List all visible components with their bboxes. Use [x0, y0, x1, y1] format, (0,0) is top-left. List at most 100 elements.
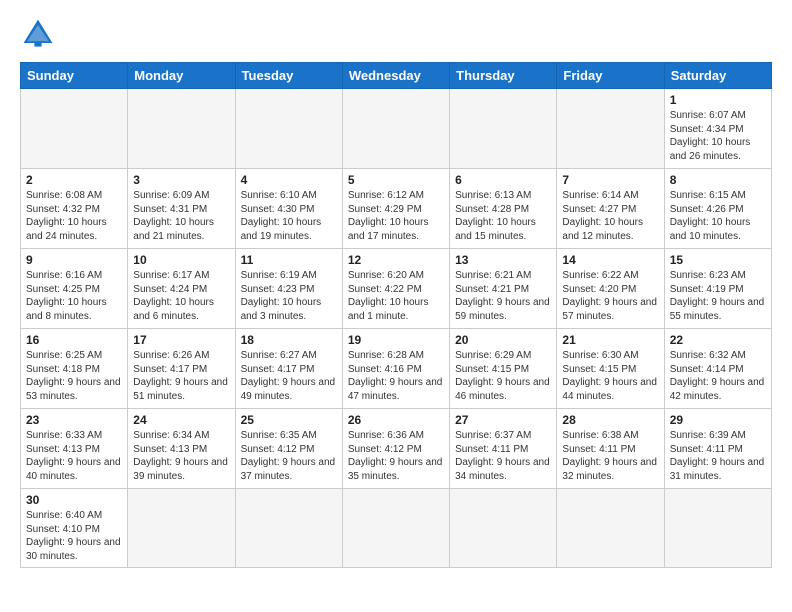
calendar-cell: 3 Sunrise: 6:09 AM Sunset: 4:31 PM Daylig… [128, 169, 235, 249]
day-number: 1 [670, 93, 766, 107]
day-number: 24 [133, 413, 229, 427]
calendar-cell: 23Sunrise: 6:33 AM Sunset: 4:13 PM Dayli… [21, 409, 128, 489]
calendar-cell [235, 89, 342, 169]
day-number: 11 [241, 253, 337, 267]
day-number: 17 [133, 333, 229, 347]
day-number: 26 [348, 413, 444, 427]
day-info: Sunrise: 6:29 AM Sunset: 4:15 PM Dayligh… [455, 349, 551, 403]
day-info: Sunrise: 6:13 AM Sunset: 4:28 PM Dayligh… [455, 189, 551, 243]
day-info: Sunrise: 6:33 AM Sunset: 4:13 PM Dayligh… [26, 429, 122, 483]
day-info: Sunrise: 6:19 AM Sunset: 4:23 PM Dayligh… [241, 269, 337, 323]
day-number: 13 [455, 253, 551, 267]
day-info: Sunrise: 6:38 AM Sunset: 4:11 PM Dayligh… [562, 429, 658, 483]
calendar-cell: 1 Sunrise: 6:07 AM Sunset: 4:34 PM Daylig… [664, 89, 771, 169]
calendar-cell: 12Sunrise: 6:20 AM Sunset: 4:22 PM Dayli… [342, 249, 449, 329]
calendar-cell: 26 Sunrise: 6:36 AM Sunset: 4:12 PM Dayli… [342, 409, 449, 489]
day-number: 7 [562, 173, 658, 187]
day-number: 2 [26, 173, 122, 187]
calendar-cell: 7 Sunrise: 6:14 AM Sunset: 4:27 PM Daylig… [557, 169, 664, 249]
day-info: Sunrise: 6:09 AM Sunset: 4:31 PM Dayligh… [133, 189, 229, 243]
calendar-cell [342, 489, 449, 568]
weekday-header-friday: Friday [557, 63, 664, 89]
calendar-cell: 9 Sunrise: 6:16 AM Sunset: 4:25 PM Daylig… [21, 249, 128, 329]
day-number: 29 [670, 413, 766, 427]
day-info: Sunrise: 6:17 AM Sunset: 4:24 PM Dayligh… [133, 269, 229, 323]
day-number: 27 [455, 413, 551, 427]
calendar-week-2: 2Sunrise: 6:08 AM Sunset: 4:32 PM Daylig… [21, 169, 772, 249]
day-number: 18 [241, 333, 337, 347]
day-info: Sunrise: 6:07 AM Sunset: 4:34 PM Dayligh… [670, 109, 766, 163]
day-number: 21 [562, 333, 658, 347]
day-number: 3 [133, 173, 229, 187]
calendar-cell [557, 89, 664, 169]
day-info: Sunrise: 6:28 AM Sunset: 4:16 PM Dayligh… [348, 349, 444, 403]
calendar-cell [342, 89, 449, 169]
day-info: Sunrise: 6:34 AM Sunset: 4:13 PM Dayligh… [133, 429, 229, 483]
calendar-week-6: 30 Sunrise: 6:40 AM Sunset: 4:10 PM Dayli… [21, 489, 772, 568]
day-number: 6 [455, 173, 551, 187]
calendar-cell [557, 489, 664, 568]
day-number: 25 [241, 413, 337, 427]
day-info: Sunrise: 6:21 AM Sunset: 4:21 PM Dayligh… [455, 269, 551, 323]
logo [20, 16, 60, 52]
calendar-cell: 11 Sunrise: 6:19 AM Sunset: 4:23 PM Dayli… [235, 249, 342, 329]
calendar-cell [128, 489, 235, 568]
day-info: Sunrise: 6:35 AM Sunset: 4:12 PM Dayligh… [241, 429, 337, 483]
day-info: Sunrise: 6:27 AM Sunset: 4:17 PM Dayligh… [241, 349, 337, 403]
weekday-header-monday: Monday [128, 63, 235, 89]
day-number: 9 [26, 253, 122, 267]
day-info: Sunrise: 6:32 AM Sunset: 4:14 PM Dayligh… [670, 349, 766, 403]
day-number: 30 [26, 493, 122, 507]
calendar-cell [450, 489, 557, 568]
day-info: Sunrise: 6:20 AM Sunset: 4:22 PM Dayligh… [348, 269, 444, 323]
weekday-header-sunday: Sunday [21, 63, 128, 89]
calendar-cell: 10 Sunrise: 6:17 AM Sunset: 4:24 PM Dayli… [128, 249, 235, 329]
calendar-cell: 25 Sunrise: 6:35 AM Sunset: 4:12 PM Dayli… [235, 409, 342, 489]
calendar-cell: 17Sunrise: 6:26 AM Sunset: 4:17 PM Dayli… [128, 329, 235, 409]
calendar-cell: 21 Sunrise: 6:30 AM Sunset: 4:15 PM Dayli… [557, 329, 664, 409]
calendar-cell: 29 Sunrise: 6:39 AM Sunset: 4:11 PM Dayli… [664, 409, 771, 489]
day-number: 20 [455, 333, 551, 347]
day-number: 5 [348, 173, 444, 187]
calendar-cell: 16Sunrise: 6:25 AM Sunset: 4:18 PM Dayli… [21, 329, 128, 409]
calendar-cell: 14 Sunrise: 6:22 AM Sunset: 4:20 PM Dayli… [557, 249, 664, 329]
day-number: 15 [670, 253, 766, 267]
day-info: Sunrise: 6:22 AM Sunset: 4:20 PM Dayligh… [562, 269, 658, 323]
calendar-cell: 27 Sunrise: 6:37 AM Sunset: 4:11 PM Dayli… [450, 409, 557, 489]
weekday-header-thursday: Thursday [450, 63, 557, 89]
calendar-cell: 6 Sunrise: 6:13 AM Sunset: 4:28 PM Daylig… [450, 169, 557, 249]
calendar-week-4: 16Sunrise: 6:25 AM Sunset: 4:18 PM Dayli… [21, 329, 772, 409]
day-info: Sunrise: 6:12 AM Sunset: 4:29 PM Dayligh… [348, 189, 444, 243]
calendar-cell [664, 489, 771, 568]
calendar-cell [235, 489, 342, 568]
day-info: Sunrise: 6:14 AM Sunset: 4:27 PM Dayligh… [562, 189, 658, 243]
day-number: 10 [133, 253, 229, 267]
day-number: 14 [562, 253, 658, 267]
day-info: Sunrise: 6:37 AM Sunset: 4:11 PM Dayligh… [455, 429, 551, 483]
calendar-week-5: 23Sunrise: 6:33 AM Sunset: 4:13 PM Dayli… [21, 409, 772, 489]
day-info: Sunrise: 6:39 AM Sunset: 4:11 PM Dayligh… [670, 429, 766, 483]
day-number: 19 [348, 333, 444, 347]
calendar-cell: 30 Sunrise: 6:40 AM Sunset: 4:10 PM Dayli… [21, 489, 128, 568]
calendar-cell: 28Sunrise: 6:38 AM Sunset: 4:11 PM Dayli… [557, 409, 664, 489]
day-info: Sunrise: 6:16 AM Sunset: 4:25 PM Dayligh… [26, 269, 122, 323]
day-info: Sunrise: 6:23 AM Sunset: 4:19 PM Dayligh… [670, 269, 766, 323]
weekday-header-saturday: Saturday [664, 63, 771, 89]
day-info: Sunrise: 6:36 AM Sunset: 4:12 PM Dayligh… [348, 429, 444, 483]
weekday-header-tuesday: Tuesday [235, 63, 342, 89]
calendar-week-3: 9 Sunrise: 6:16 AM Sunset: 4:25 PM Daylig… [21, 249, 772, 329]
calendar-table: SundayMondayTuesdayWednesdayThursdayFrid… [20, 62, 772, 568]
calendar-week-1: 1 Sunrise: 6:07 AM Sunset: 4:34 PM Daylig… [21, 89, 772, 169]
day-info: Sunrise: 6:10 AM Sunset: 4:30 PM Dayligh… [241, 189, 337, 243]
calendar-cell: 5 Sunrise: 6:12 AM Sunset: 4:29 PM Daylig… [342, 169, 449, 249]
header [20, 16, 772, 52]
day-info: Sunrise: 6:30 AM Sunset: 4:15 PM Dayligh… [562, 349, 658, 403]
calendar-cell [450, 89, 557, 169]
calendar-cell: 24 Sunrise: 6:34 AM Sunset: 4:13 PM Dayli… [128, 409, 235, 489]
logo-icon [20, 16, 56, 52]
calendar-cell [128, 89, 235, 169]
day-info: Sunrise: 6:40 AM Sunset: 4:10 PM Dayligh… [26, 509, 122, 563]
day-info: Sunrise: 6:25 AM Sunset: 4:18 PM Dayligh… [26, 349, 122, 403]
page: SundayMondayTuesdayWednesdayThursdayFrid… [0, 0, 792, 612]
calendar-cell: 4Sunrise: 6:10 AM Sunset: 4:30 PM Daylig… [235, 169, 342, 249]
